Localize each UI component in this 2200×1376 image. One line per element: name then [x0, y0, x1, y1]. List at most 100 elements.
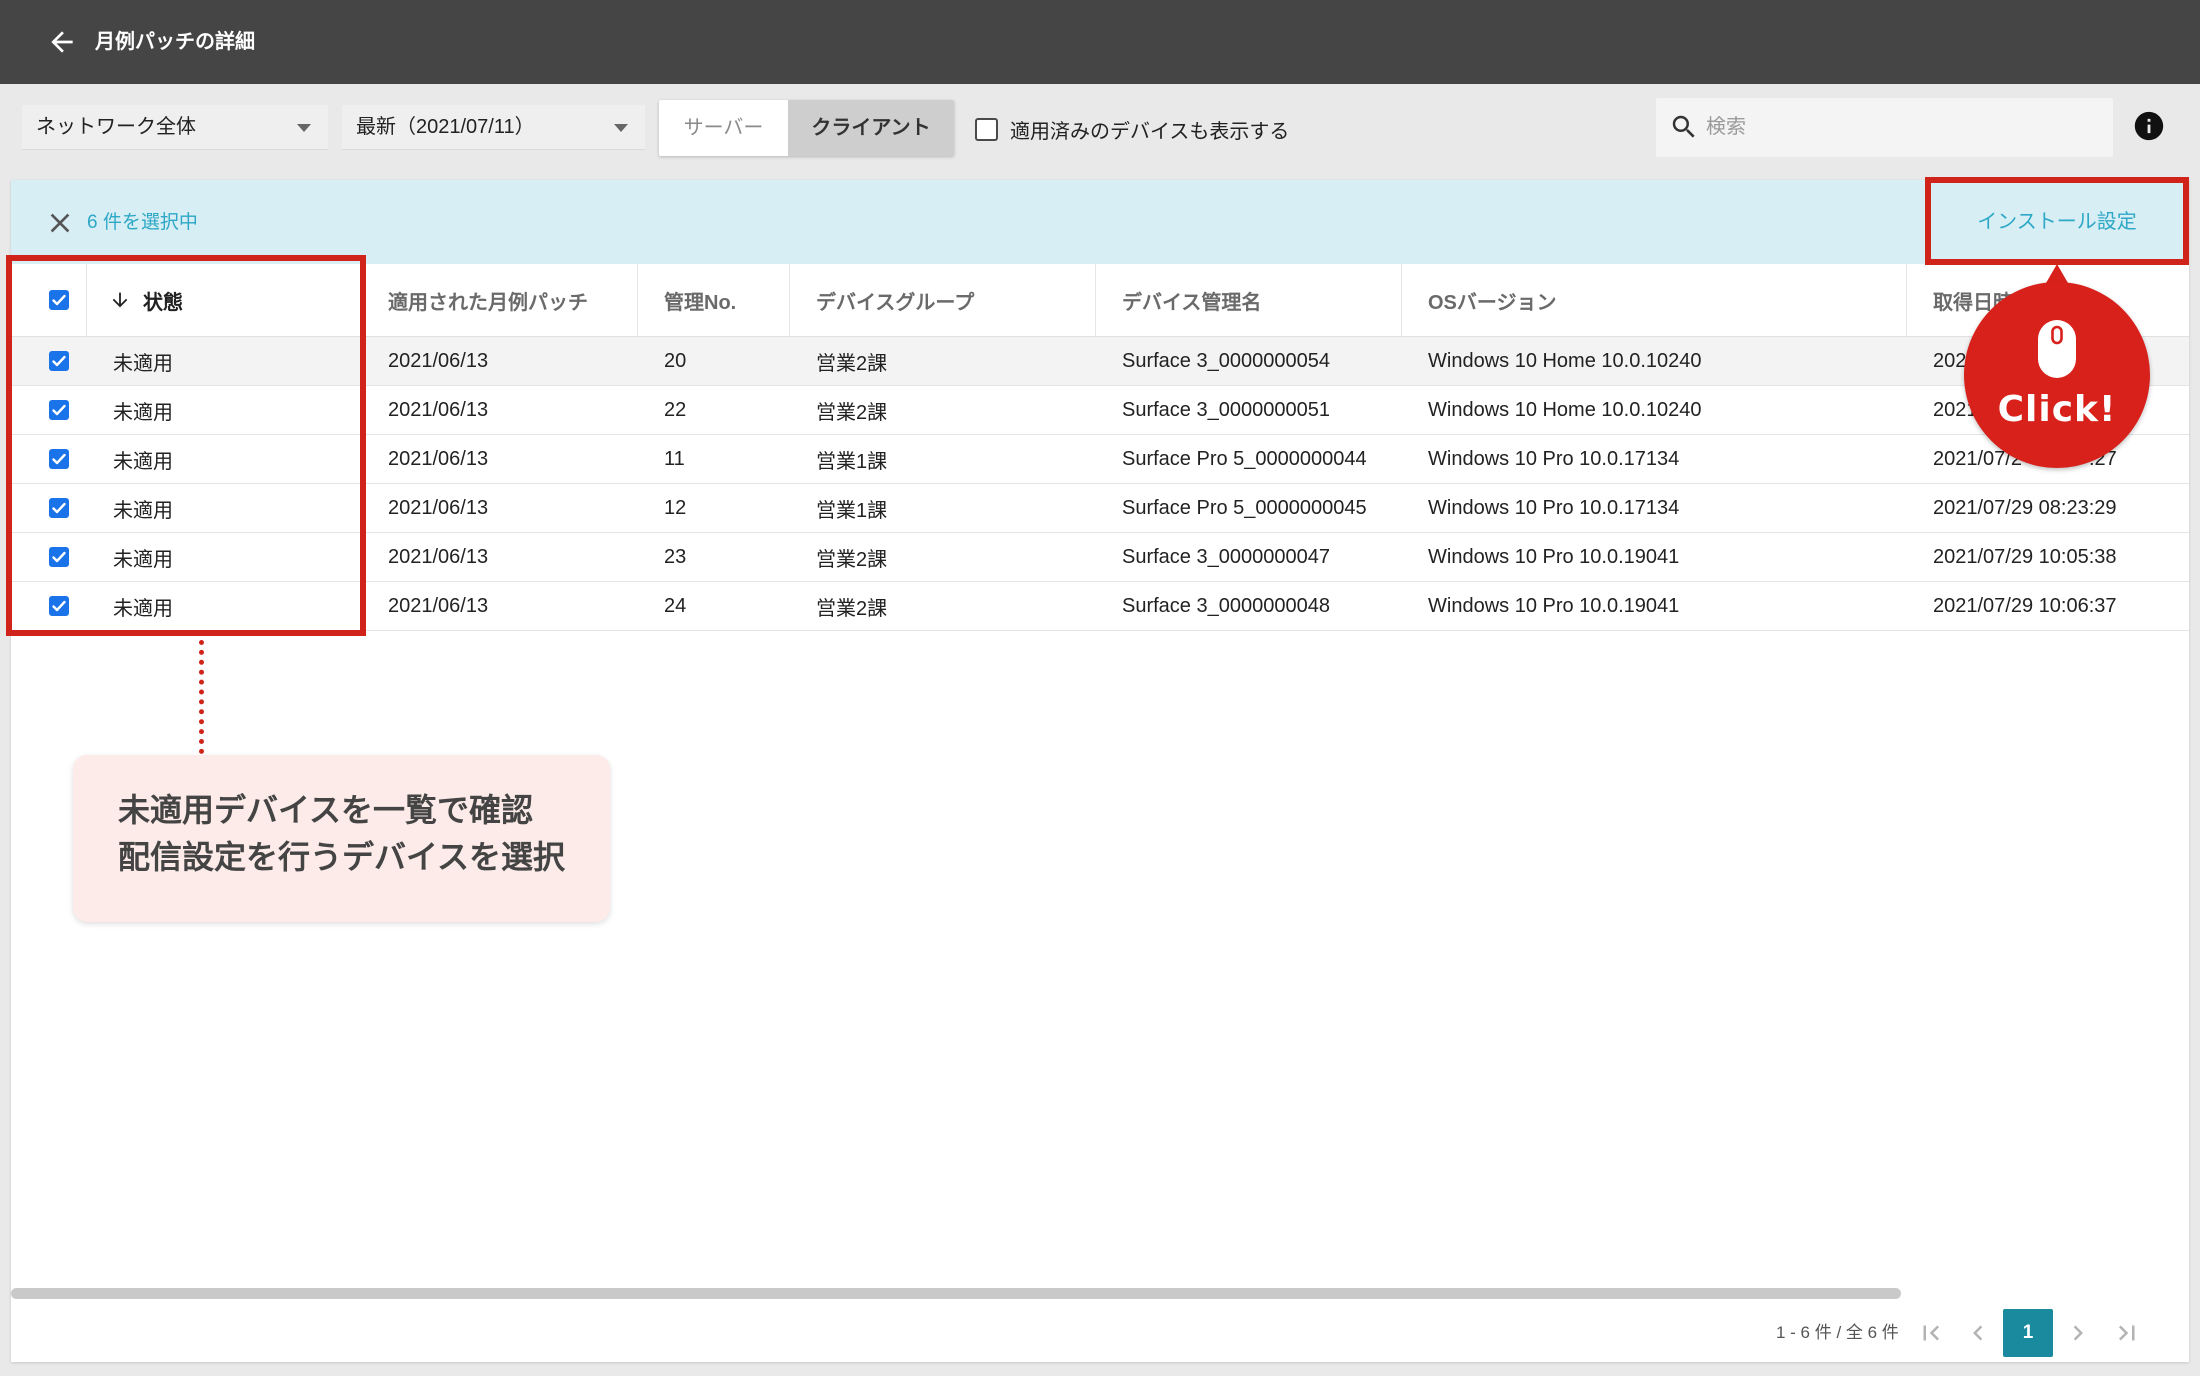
column-header-status[interactable]: 状態 [87, 264, 362, 336]
selection-bar: 6 件を選択中 インストール設定 [11, 180, 2189, 264]
page-button-current[interactable]: 1 [2003, 1309, 2053, 1357]
first-page-icon[interactable] [1916, 1318, 1946, 1348]
row-checkbox[interactable] [49, 498, 69, 518]
cell-acquired-at: 2021/07/29 10:06:37 [1933, 594, 2117, 617]
show-applied-checkbox[interactable] [975, 117, 998, 141]
cell-acquired-at: 2021/07/29 08:23:29 [1933, 496, 2117, 519]
cell-os-version: Windows 10 Pro 10.0.17134 [1428, 447, 1680, 470]
show-applied-devices-option[interactable]: 適用済みのデバイスも表示する [975, 114, 1289, 144]
cell-applied-patch: 2021/06/13 [388, 594, 489, 617]
cell-device-name: Surface 3_0000000048 [1122, 594, 1330, 617]
cell-management-no: 12 [664, 496, 687, 519]
cell-os-version: Windows 10 Home 10.0.10240 [1428, 398, 1702, 421]
row-checkbox[interactable] [49, 449, 69, 469]
search-input[interactable] [1656, 98, 2113, 157]
back-arrow-icon[interactable] [46, 26, 78, 58]
cell-device-name: Surface 3_0000000051 [1122, 398, 1330, 421]
cell-select [11, 386, 87, 434]
cell-os-version: Windows 10 Pro 10.0.19041 [1428, 545, 1680, 568]
row-checkbox[interactable] [49, 596, 69, 616]
cell-status: 未適用 [113, 450, 173, 473]
column-header-os-version[interactable]: OSバージョン [1402, 264, 1907, 336]
network-select-value: ネットワーク全体 [36, 116, 196, 138]
install-settings-button[interactable]: インストール設定 [1925, 180, 2189, 264]
column-header-management-no[interactable]: 管理No. [638, 264, 790, 336]
cell-device-group: 営業2課 [816, 548, 888, 571]
cell-status: 未適用 [113, 548, 173, 571]
page-title: 月例パッチの詳細 [95, 31, 255, 53]
cell-select [11, 533, 87, 581]
cell-device-name: Surface 3_0000000054 [1122, 349, 1330, 372]
last-page-icon[interactable] [2112, 1318, 2142, 1348]
cell-device-group: 営業2課 [816, 352, 888, 375]
cell-select [11, 484, 87, 532]
row-checkbox[interactable] [49, 400, 69, 420]
row-checkbox[interactable] [49, 547, 69, 567]
cell-management-no: 22 [664, 398, 687, 421]
callout-line-2: 配信設定を行うデバイスを選択 [118, 839, 566, 875]
click-bubble: Click! [1964, 282, 2150, 468]
toggle-client[interactable]: クライアント [788, 100, 954, 156]
cell-status: 未適用 [113, 401, 173, 424]
patch-version-select[interactable]: 最新（2021/07/11） [342, 105, 645, 150]
column-header-applied-patch[interactable]: 適用された月例パッチ [362, 264, 638, 336]
cell-device-group: 営業2課 [816, 597, 888, 620]
cell-management-no: 20 [664, 349, 687, 372]
info-icon[interactable] [2132, 109, 2166, 143]
column-header-device-group[interactable]: デバイスグループ [790, 264, 1096, 336]
callout-line-1: 未適用デバイスを一覧で確認 [118, 792, 534, 828]
close-icon[interactable] [44, 207, 76, 239]
table-header: 状態 適用された月例パッチ 管理No. デバイスグループ デバイス管理名 OSバ… [11, 264, 2189, 337]
cell-device-group: 営業2課 [816, 401, 888, 424]
mouse-icon [2036, 318, 2078, 380]
patch-version-select-value: 最新（2021/07/11） [356, 116, 535, 138]
search-box [1656, 98, 2113, 157]
table-row[interactable]: 未適用 2021/06/13 24 営業2課 Surface 3_0000000… [11, 582, 2189, 631]
toggle-server[interactable]: サーバー [659, 100, 788, 156]
cell-os-version: Windows 10 Pro 10.0.17134 [1428, 496, 1680, 519]
click-label: Click! [1997, 389, 2117, 430]
dropdown-caret-icon [614, 124, 628, 132]
toolbar: ネットワーク全体 最新（2021/07/11） サーバー クライアント 適用済み… [0, 84, 2200, 171]
cell-os-version: Windows 10 Home 10.0.10240 [1428, 349, 1702, 372]
table-row[interactable]: 未適用 2021/06/13 20 営業2課 Surface 3_0000000… [11, 337, 2189, 386]
table-row[interactable]: 未適用 2021/06/13 12 営業1課 Surface Pro 5_000… [11, 484, 2189, 533]
selected-count-label: 6 件を選択中 [87, 212, 198, 233]
cell-management-no: 24 [664, 594, 687, 617]
cell-management-no: 11 [664, 447, 685, 470]
horizontal-scrollbar[interactable] [11, 1288, 1901, 1299]
table-row[interactable]: 未適用 2021/06/13 22 営業2課 Surface 3_0000000… [11, 386, 2189, 435]
column-header-device-name[interactable]: デバイス管理名 [1096, 264, 1402, 336]
cell-select [11, 337, 87, 385]
cell-applied-patch: 2021/06/13 [388, 398, 489, 421]
dropdown-caret-icon [297, 124, 311, 132]
cell-device-name: Surface Pro 5_0000000045 [1122, 496, 1367, 519]
chevron-right-icon[interactable] [2063, 1318, 2093, 1348]
table-row[interactable]: 未適用 2021/06/13 23 営業2課 Surface 3_0000000… [11, 533, 2189, 582]
callout-note: 未適用デバイスを一覧で確認 配信設定を行うデバイスを選択 [73, 755, 610, 922]
header-select-all [11, 264, 87, 336]
cell-device-group: 営業1課 [816, 450, 888, 473]
cell-applied-patch: 2021/06/13 [388, 545, 489, 568]
select-all-checkbox[interactable] [49, 290, 69, 310]
cell-status: 未適用 [113, 352, 173, 375]
pagination-range-label: 1 - 6 件 / 全 6 件 [1776, 1323, 1899, 1342]
cell-os-version: Windows 10 Pro 10.0.19041 [1428, 594, 1680, 617]
cell-select [11, 582, 87, 630]
cell-management-no: 23 [664, 545, 687, 568]
row-checkbox[interactable] [49, 351, 69, 371]
table-row[interactable]: 未適用 2021/06/13 11 営業1課 Surface Pro 5_000… [11, 435, 2189, 484]
cell-status: 未適用 [113, 597, 173, 620]
cell-applied-patch: 2021/06/13 [388, 349, 489, 372]
cell-applied-patch: 2021/06/13 [388, 496, 489, 519]
cell-status: 未適用 [113, 499, 173, 522]
cell-acquired-at: 2021/07/29 10:05:38 [1933, 545, 2117, 568]
network-select[interactable]: ネットワーク全体 [22, 105, 328, 150]
table-body: 未適用 2021/06/13 20 営業2課 Surface 3_0000000… [11, 337, 2189, 631]
chevron-left-icon[interactable] [1963, 1318, 1993, 1348]
top-bar: 月例パッチの詳細 [0, 0, 2200, 84]
server-client-toggle: サーバー クライアント [659, 100, 954, 156]
app-window: 月例パッチの詳細 ネットワーク全体 最新（2021/07/11） サーバー クラ… [0, 0, 2200, 1376]
cell-device-name: Surface Pro 5_0000000044 [1122, 447, 1367, 470]
callout-connector-line [199, 640, 204, 754]
